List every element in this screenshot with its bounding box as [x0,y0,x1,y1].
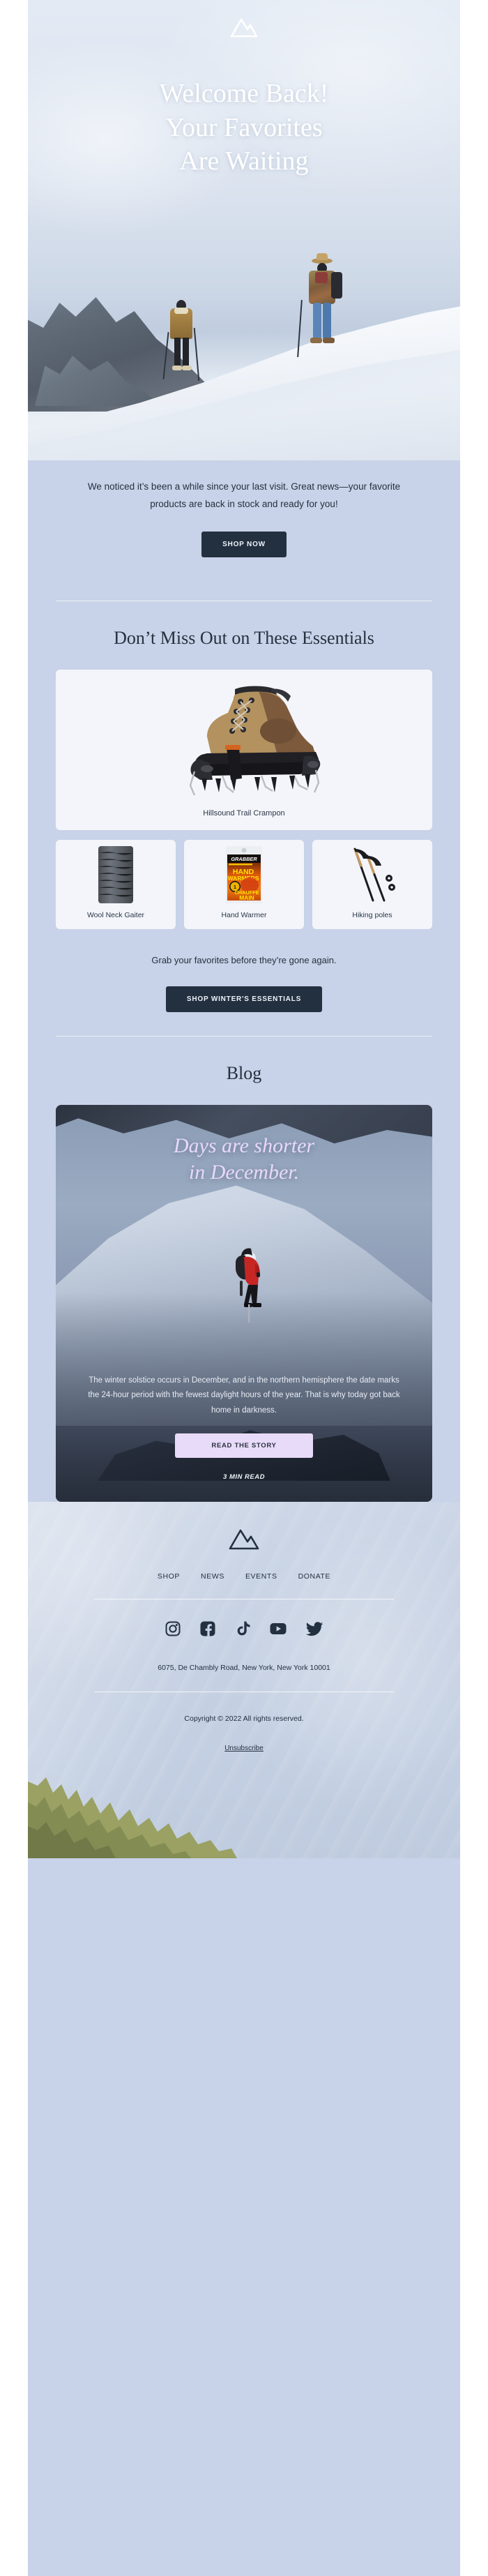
product-card-wool-neck-gaiter[interactable]: Wool Neck Gaiter [56,839,176,929]
hand-warmer-package-icon: GRABBER HAND WARMERS 1 CHAUFFE MAIN [226,845,262,903]
hiking-poles-icon [353,848,395,902]
blog-post-title-line-1: Days are shorter [173,1134,315,1158]
facebook-icon[interactable] [199,1620,216,1637]
hiker-boot [182,366,192,370]
footer-copyright: Copyright © 2022 All rights reserved. [184,1714,304,1723]
intro-body-text: We noticed it’s been a while since your … [87,481,401,509]
neck-gaiter-icon [98,845,134,903]
footer-bottom-spacer [28,1754,460,1858]
blog-cta-wrap: READ THE STORY [56,1418,432,1458]
blog-section-title: Blog [226,1063,262,1084]
hiker-legs [313,303,321,339]
hiking-boot-with-crampon-icon [189,686,321,796]
footer-content: SHOP NEWS EVENTS DONATE 6075, De Chambly… [28,1526,460,1858]
youtube-icon[interactable] [269,1620,287,1637]
hero-section: Welcome Back! Your Favorites Are Waiting [28,0,460,460]
intro-section: We noticed it’s been a while since your … [28,460,460,585]
tiktok-icon[interactable] [234,1620,251,1637]
instagram-glyph [165,1621,181,1636]
hiker-hat-crown [317,253,328,260]
products-section-title: Don’t Miss Out on These Essentials [114,627,374,648]
hiker-collar [174,308,188,314]
product-grid: Wool Neck Gaiter GRABBER HAND WARMERS 1 … [28,830,460,929]
hiker-boot [310,338,322,343]
email-body: Welcome Back! Your Favorites Are Waiting… [28,0,460,2576]
footer-logo[interactable] [28,1526,460,1556]
blog-post-title: Days are shorter in December. [56,1105,432,1185]
footer-nav-item-shop[interactable]: SHOP [158,1572,180,1581]
blog-post-title-line-2: in December. [188,1160,300,1184]
package-line4-text: MAIN [239,894,254,901]
trekking-pole-icon [193,328,200,381]
footer-unsubscribe-wrap: Unsubscribe [28,1723,460,1754]
footer-nav-item-donate[interactable]: DONATE [298,1572,331,1581]
product-label-wool-neck-gaiter: Wool Neck Gaiter [86,910,145,919]
instagram-icon[interactable] [165,1620,181,1637]
package-brand-text: GRABBER [231,856,257,862]
footer-section: SHOP NEWS EVENTS DONATE 6075, De Chambly… [28,1501,460,1858]
product-image-wool-neck-gaiter [56,845,176,903]
blog-post-card[interactable]: Days are shorter in December. The winter… [56,1105,432,1502]
mountain-logo-icon [229,1529,259,1550]
footer-address: 6075, De Chambly Road, New York, New Yor… [158,1663,330,1672]
divider-wrap-1 [28,585,460,601]
hiker-scarf [315,272,328,283]
hero-title-line-1: Welcome Back! [159,79,329,108]
products-section: Don’t Miss Out on These Essentials Hills… [28,601,460,1037]
hiker-legs [183,338,189,367]
email-page: Welcome Back! Your Favorites Are Waiting… [0,0,488,2576]
hero-title: Welcome Back! Your Favorites Are Waiting [28,77,460,179]
hiker-legs [174,338,181,367]
shop-winters-essentials-button[interactable]: SHOP WINTER'S ESSENTIALS [165,986,323,1013]
featured-product-card[interactable]: Hillsound Trail Crampon [56,669,432,830]
featured-product-image [56,681,432,799]
featured-product-wrap: Hillsound Trail Crampon [28,669,460,830]
products-cta-block: Grab your favorites before they’re gone … [28,929,460,1036]
hiker-legs [323,303,331,339]
blog-post-body: The winter solstice occurs in December, … [88,1376,400,1415]
footer-nav-item-news[interactable]: NEWS [201,1572,224,1581]
unsubscribe-link[interactable]: Unsubscribe [224,1745,264,1752]
hiker-backpack [331,272,342,299]
footer-nav-item-events[interactable]: EVENTS [245,1572,277,1581]
product-card-hiking-poles[interactable]: Hiking poles [312,839,432,929]
twitter-bird-glyph [305,1622,323,1636]
hero-title-line-2: Your Favorites [165,112,323,142]
social-links [28,1599,460,1661]
products-cta-text: Grab your favorites before they’re gone … [151,954,337,965]
mountain-logo-icon [230,18,258,38]
facebook-glyph [200,1621,215,1636]
product-label-hiking-poles: Hiking poles [352,910,392,919]
product-card-hand-warmer[interactable]: GRABBER HAND WARMERS 1 CHAUFFE MAIN Hand… [184,839,304,929]
product-image-hiking-poles [312,848,432,902]
featured-product-label: Hillsound Trail Crampon [203,808,285,818]
blog-section: Blog Days are shorter in December. The w… [28,1037,460,1502]
trekking-pole-icon [162,332,169,379]
blog-read-time: 3 MIN READ [223,1472,265,1481]
shop-now-button[interactable]: SHOP NOW [201,531,287,557]
hiker-boot [172,366,182,370]
read-the-story-button[interactable]: READ THE STORY [175,1433,313,1458]
hero-logo [28,15,460,43]
twitter-icon[interactable] [305,1620,323,1637]
hero-hiker-left [162,300,200,381]
product-label-hand-warmer: Hand Warmer [221,910,267,919]
product-image-hand-warmer: GRABBER HAND WARMERS 1 CHAUFFE MAIN [184,845,304,903]
hiker-boot [323,338,335,343]
tiktok-glyph [237,1621,250,1636]
youtube-glyph [270,1622,287,1634]
footer-nav: SHOP NEWS EVENTS DONATE [28,1556,460,1599]
hero-hiker-right [297,253,348,357]
hero-title-line-3: Are Waiting [179,146,309,176]
